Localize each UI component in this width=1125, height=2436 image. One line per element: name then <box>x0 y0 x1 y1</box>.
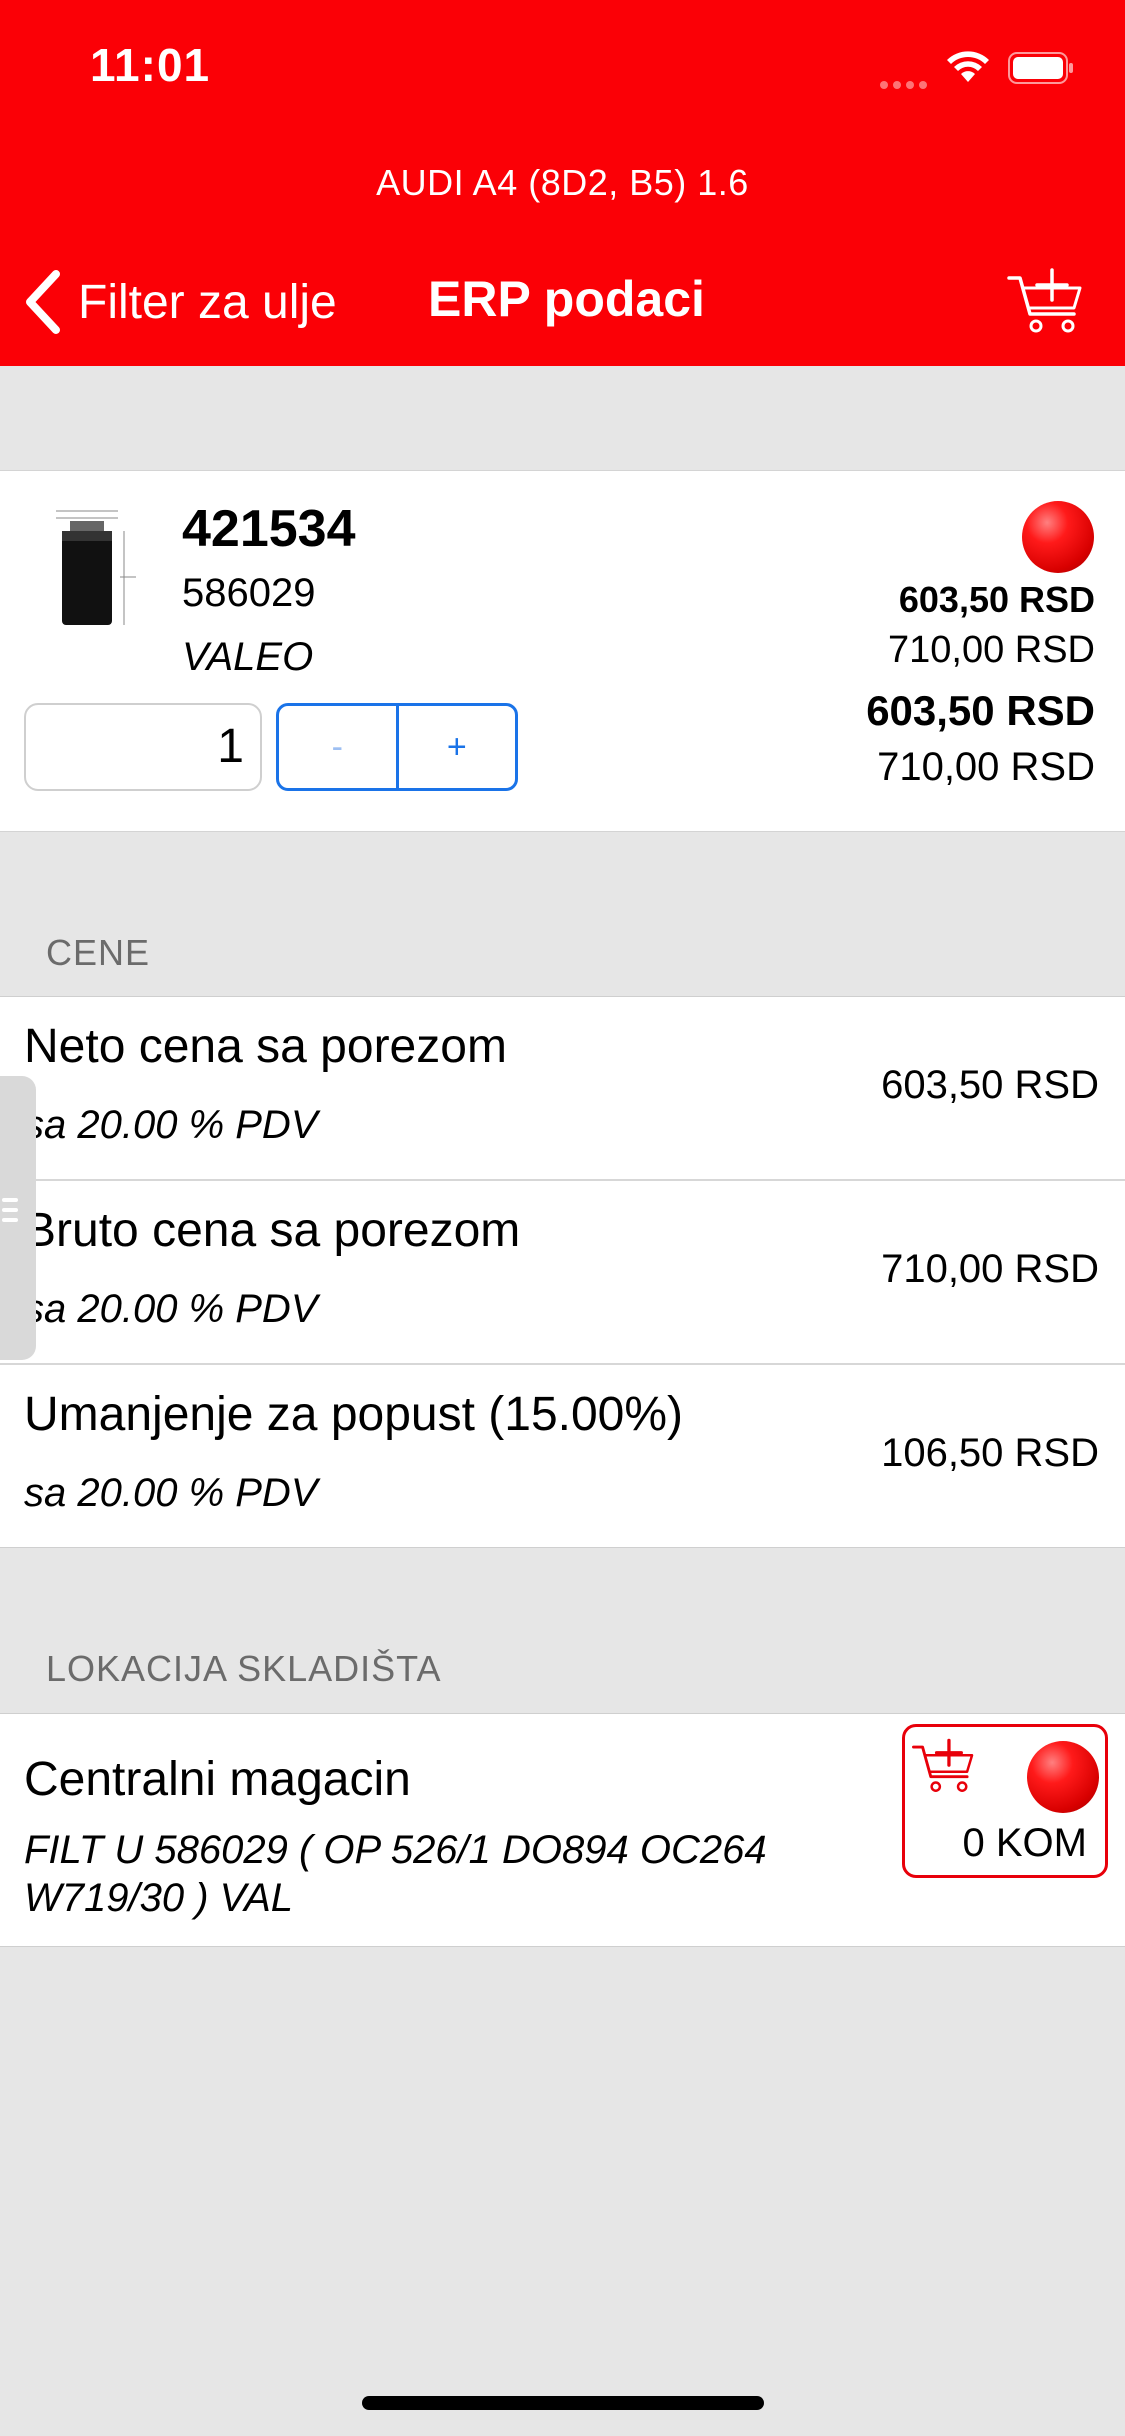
status-time: 11:01 <box>90 39 211 91</box>
total-net-price: 603,50 RSD <box>866 687 1095 734</box>
product-brand: VALEO <box>182 635 314 679</box>
warehouse-name: Centralni magacin <box>24 1753 411 1806</box>
battery-icon <box>1008 52 1073 84</box>
decrement-button[interactable]: - <box>279 706 399 788</box>
price-row-title: Umanjenje za popust (15.00%) <box>24 1388 684 1441</box>
total-gross-price: 710,00 RSD <box>877 745 1095 789</box>
section-header-warehouse: LOKACIJA SKLADIŠTA <box>46 1648 442 1689</box>
availability-indicator <box>1022 501 1094 573</box>
price-row-value: 603,50 RSD <box>881 1063 1099 1107</box>
warehouse-description: FILT U 586029 ( OP 526/1 DO894 OC264 W71… <box>24 1828 767 1920</box>
quantity-stepper[interactable]: - + <box>276 703 518 791</box>
net-price: 603,50 RSD <box>898 579 1095 620</box>
price-row: Neto cena sa porezom sa 20.00 % PDV 603,… <box>0 997 1125 1179</box>
cart-add-icon[interactable] <box>1006 266 1086 336</box>
stock-quantity: 0 KOM <box>962 1821 1087 1865</box>
price-row: Umanjenje za popust (15.00%) sa 20.00 % … <box>0 1363 1125 1547</box>
side-menu-handle[interactable] <box>0 1076 36 1360</box>
price-row-value: 106,50 RSD <box>881 1431 1099 1475</box>
gross-price: 710,00 RSD <box>887 629 1095 671</box>
cellular-signal-icon <box>880 76 938 89</box>
price-row-subtitle: sa 20.00 % PDV <box>24 1287 318 1331</box>
page-title: ERP podaci <box>428 271 705 327</box>
wifi-icon <box>947 51 989 82</box>
product-code: 586029 <box>182 571 316 615</box>
home-indicator[interactable] <box>362 2396 764 2410</box>
price-row-title: Bruto cena sa porezom <box>24 1204 521 1257</box>
increment-button[interactable]: + <box>399 706 516 788</box>
stock-availability-indicator <box>1027 1741 1099 1813</box>
menu-lines-icon <box>2 1198 18 1228</box>
product-card: 421534 586029 VALEO 603,50 RSD 710,00 RS… <box>0 470 1125 832</box>
article-number: 421534 <box>182 500 356 558</box>
back-button[interactable]: Filter za ulje <box>24 262 337 342</box>
price-row: Bruto cena sa porezom sa 20.00 % PDV 710… <box>0 1179 1125 1363</box>
price-row-subtitle: sa 20.00 % PDV <box>24 1471 318 1515</box>
price-row-title: Neto cena sa porezom <box>24 1020 507 1073</box>
oil-filter-image <box>40 501 146 635</box>
vehicle-subtitle: AUDI A4 (8D2, B5) 1.6 <box>376 162 749 203</box>
price-row-subtitle: sa 20.00 % PDV <box>24 1103 318 1147</box>
prices-list: Neto cena sa porezom sa 20.00 % PDV 603,… <box>0 996 1125 1548</box>
header-bar: 11:01 AUDI A4 (8D2, B5) 1.6 Filter za ul… <box>0 0 1125 366</box>
chevron-left-icon <box>26 270 60 334</box>
stock-add-to-cart-button[interactable]: 0 KOM <box>902 1724 1108 1878</box>
warehouse-row: Centralni magacin FILT U 586029 ( OP 526… <box>0 1713 1125 1947</box>
back-label: Filter za ulje <box>78 275 337 329</box>
quantity-field[interactable]: 1 <box>24 703 262 791</box>
price-row-value: 710,00 RSD <box>881 1247 1099 1291</box>
cart-add-icon <box>912 1738 974 1792</box>
section-header-prices: CENE <box>46 932 151 973</box>
